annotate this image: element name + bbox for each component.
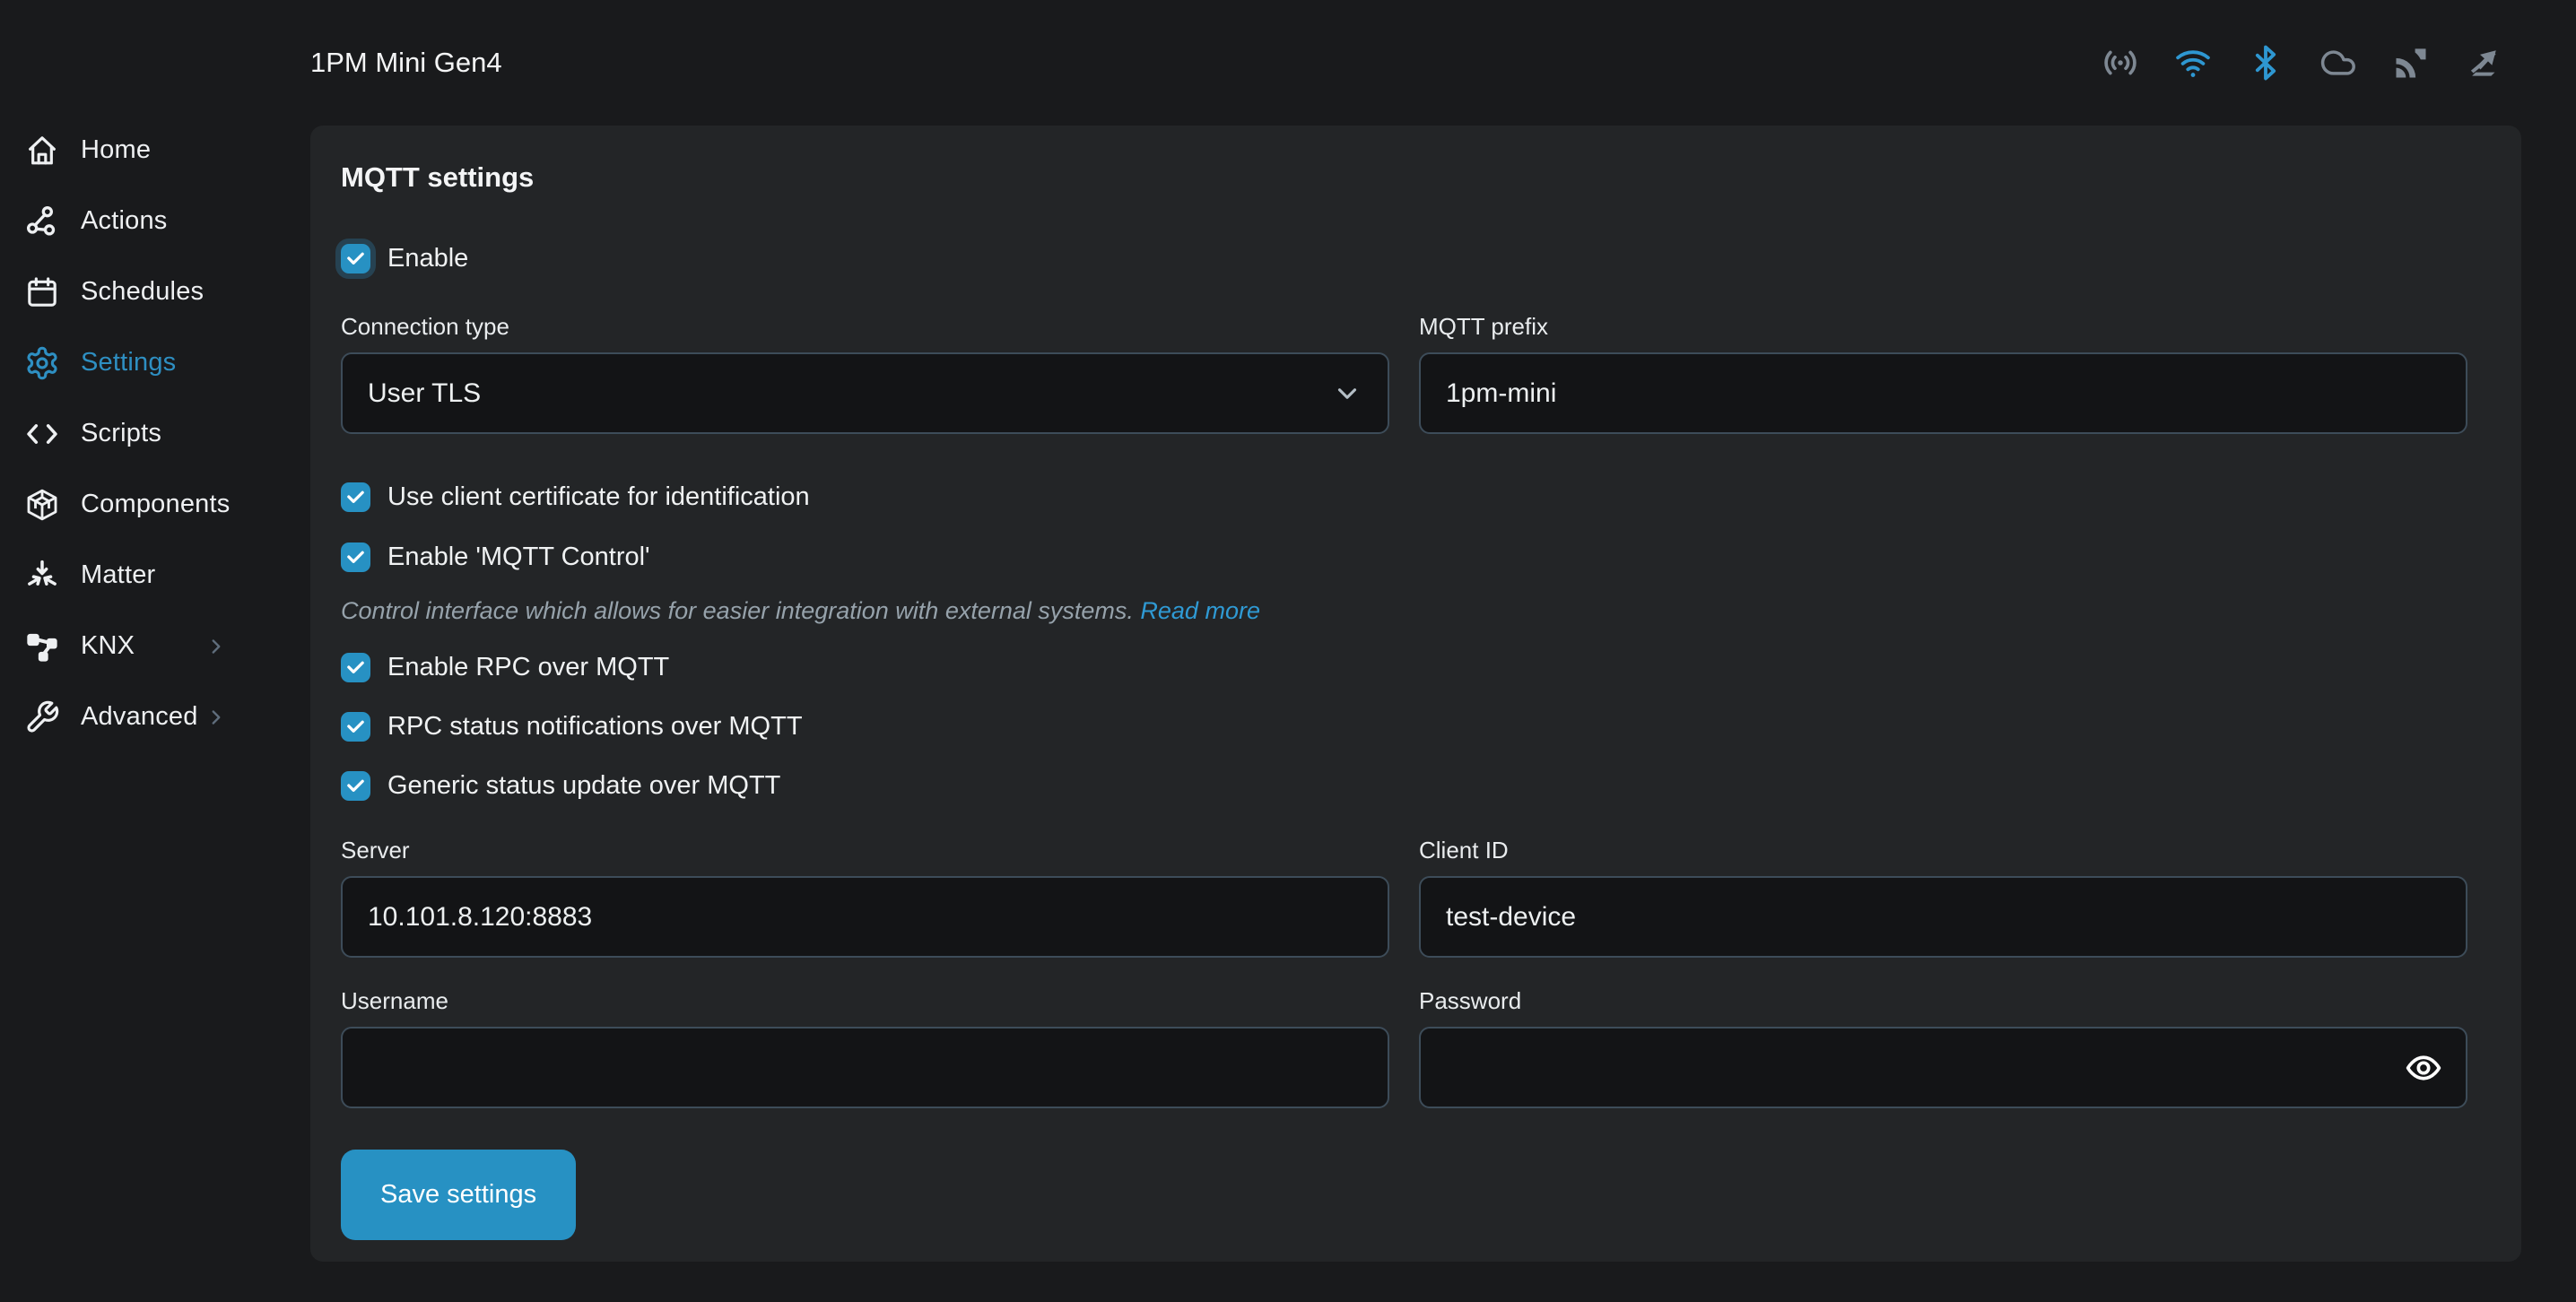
checkbox-box[interactable]	[341, 542, 370, 572]
rpc-over-mqtt-checkbox[interactable]: Enable RPC over MQTT	[341, 653, 669, 682]
server-field: Server	[341, 837, 1389, 958]
sidebar-item-advanced[interactable]: Advanced	[0, 681, 310, 752]
sidebar-item-schedules[interactable]: Schedules	[0, 256, 310, 327]
select-value: User TLS	[368, 378, 481, 409]
enable-checkbox[interactable]: Enable	[341, 244, 468, 273]
sidebar-item-label: Matter	[81, 560, 155, 590]
cloud-icon	[2318, 42, 2359, 83]
credentials-row: Username Password	[341, 987, 2467, 1108]
checkbox-label: Generic status update over MQTT	[387, 771, 780, 801]
cube-icon	[23, 486, 61, 524]
sidebar-item-components[interactable]: Components	[0, 469, 310, 540]
hint-text: Control interface which allows for easie…	[341, 597, 1134, 624]
sidebar-item-label: Components	[81, 490, 230, 519]
access-point-icon	[2100, 42, 2141, 83]
eye-icon[interactable]	[2403, 1047, 2444, 1089]
calendar-icon	[23, 273, 61, 311]
panel-title: MQTT settings	[341, 161, 2467, 194]
save-settings-button[interactable]: Save settings	[341, 1150, 576, 1240]
sidebar-item-label: Home	[81, 135, 151, 165]
mqtt-prefix-field: MQTT prefix	[1419, 313, 2467, 434]
mqtt-settings-panel: MQTT settings Enable Connection type Use…	[310, 126, 2521, 1262]
wifi-icon	[2172, 42, 2214, 83]
checkbox-box[interactable]	[341, 244, 370, 273]
outbound-websocket-disabled-icon	[2463, 42, 2504, 83]
knx-icon	[23, 628, 61, 665]
sidebar-item-label: Advanced	[81, 702, 198, 732]
read-more-link[interactable]: Read more	[1140, 597, 1260, 624]
sidebar-item-actions[interactable]: Actions	[0, 186, 310, 256]
matter-icon	[23, 557, 61, 595]
client-id-input[interactable]	[1419, 876, 2467, 958]
sidebar-item-label: Schedules	[81, 277, 204, 307]
mqtt-control-checkbox[interactable]: Enable 'MQTT Control'	[341, 542, 650, 572]
checkbox-label: Enable	[387, 244, 468, 273]
sidebar-item-matter[interactable]: Matter	[0, 540, 310, 611]
password-field: Password	[1419, 987, 2467, 1108]
field-label: MQTT prefix	[1419, 313, 2467, 341]
checkbox-box[interactable]	[341, 482, 370, 512]
bluetooth-icon	[2245, 42, 2286, 83]
sidebar-item-label: KNX	[81, 631, 135, 661]
status-icons	[2100, 42, 2504, 83]
checkbox-label: RPC status notifications over MQTT	[387, 712, 803, 742]
field-label: Connection type	[341, 313, 1389, 341]
connection-row: Connection type User TLS MQTT prefix	[341, 313, 2467, 434]
sidebar-item-label: Scripts	[81, 419, 161, 448]
main-area: 1PM Mini Gen4 MQTT settings Enable Conne…	[310, 0, 2576, 1302]
field-label: Password	[1419, 987, 2467, 1015]
client-id-field: Client ID	[1419, 837, 2467, 958]
generic-status-update-checkbox[interactable]: Generic status update over MQTT	[341, 771, 780, 801]
username-input[interactable]	[341, 1027, 1389, 1108]
actions-icon	[23, 203, 61, 240]
sidebar-item-scripts[interactable]: Scripts	[0, 398, 310, 469]
checkbox-box[interactable]	[341, 712, 370, 742]
field-label: Username	[341, 987, 1389, 1015]
rpc-status-notifications-checkbox[interactable]: RPC status notifications over MQTT	[341, 712, 803, 742]
connection-type-select[interactable]: User TLS	[341, 352, 1389, 434]
wrench-icon	[23, 699, 61, 736]
sidebar-item-label: Actions	[81, 206, 168, 236]
chevron-down-icon	[1332, 378, 1362, 409]
gear-icon	[23, 344, 61, 382]
server-input[interactable]	[341, 876, 1389, 958]
checkbox-box[interactable]	[341, 653, 370, 682]
page-title: 1PM Mini Gen4	[310, 47, 502, 79]
username-field: Username	[341, 987, 1389, 1108]
client-cert-checkbox[interactable]: Use client certificate for identificatio…	[341, 482, 810, 512]
topbar: 1PM Mini Gen4	[310, 0, 2576, 126]
chevron-right-icon	[205, 635, 228, 658]
sidebar: Home Actions Schedules Settings Scripts …	[0, 0, 310, 1302]
checkbox-label: Enable 'MQTT Control'	[387, 542, 650, 572]
sidebar-item-knx[interactable]: KNX	[0, 611, 310, 681]
sidebar-item-label: Settings	[81, 348, 176, 378]
checkbox-box[interactable]	[341, 771, 370, 801]
sidebar-item-settings[interactable]: Settings	[0, 327, 310, 398]
code-icon	[23, 415, 61, 453]
home-icon	[23, 132, 61, 169]
checkbox-label: Use client certificate for identificatio…	[387, 482, 810, 512]
sidebar-item-home[interactable]: Home	[0, 115, 310, 186]
mqtt-icon	[2390, 42, 2432, 83]
checkbox-label: Enable RPC over MQTT	[387, 653, 669, 682]
mqtt-prefix-input[interactable]	[1419, 352, 2467, 434]
chevron-right-icon	[205, 706, 228, 729]
field-label: Server	[341, 837, 1389, 864]
field-label: Client ID	[1419, 837, 2467, 864]
server-row: Server Client ID	[341, 837, 2467, 958]
mqtt-control-hint: Control interface which allows for easie…	[341, 597, 2467, 625]
connection-type-field: Connection type User TLS	[341, 313, 1389, 434]
app-root: Home Actions Schedules Settings Scripts …	[0, 0, 2576, 1302]
password-input[interactable]	[1419, 1027, 2467, 1108]
